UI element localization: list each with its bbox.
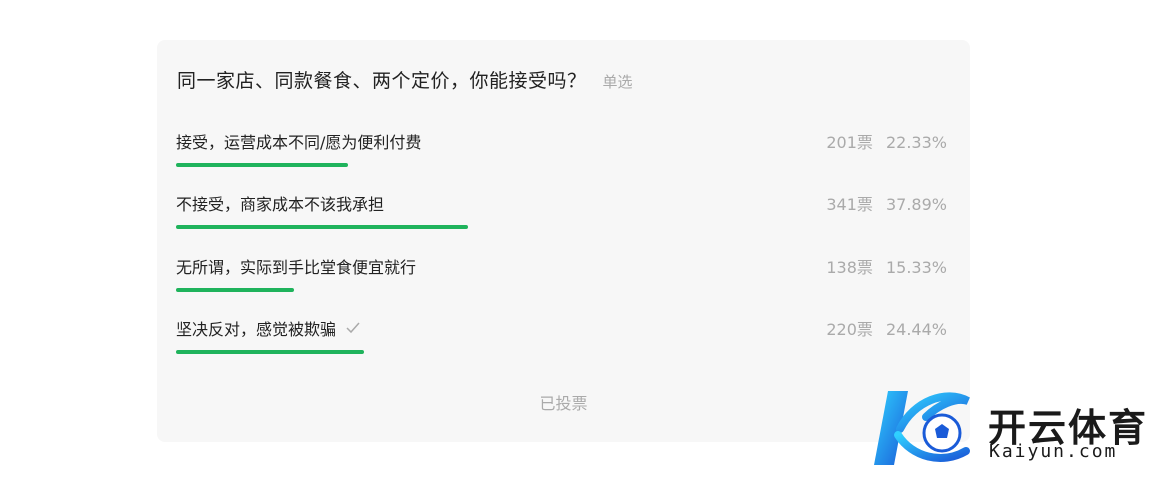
poll-option[interactable]: 不接受，商家成本不该我承担 341票 37.89%: [176, 191, 947, 241]
option-result-bar: [176, 163, 348, 167]
option-stats: 341票 37.89%: [826, 191, 947, 215]
watermark-name-en: Kaiyun.com: [989, 441, 1118, 462]
poll-option-selected[interactable]: 坚决反对，感觉被欺骗 220票 24.44%: [176, 316, 947, 366]
poll-header: 同一家店、同款餐食、两个定价，你能接受吗？ 单选: [177, 66, 633, 93]
option-label-row: 不接受，商家成本不该我承担: [176, 191, 384, 215]
option-label-row: 接受，运营成本不同/愿为便利付费: [176, 129, 421, 153]
option-label: 无所谓，实际到手比堂食便宜就行: [176, 258, 417, 277]
option-label-row: 无所谓，实际到手比堂食便宜就行: [176, 254, 416, 278]
poll-option[interactable]: 接受，运营成本不同/愿为便利付费 201票 22.33%: [176, 129, 947, 179]
option-stats: 220票 24.44%: [826, 316, 947, 340]
poll-question: 同一家店、同款餐食、两个定价，你能接受吗？: [177, 70, 587, 92]
poll-card: 同一家店、同款餐食、两个定价，你能接受吗？ 单选 接受，运营成本不同/愿为便利付…: [157, 40, 970, 442]
option-votes: 220票: [826, 320, 873, 339]
option-result-bar: [176, 288, 294, 292]
option-result-bar: [176, 350, 364, 354]
option-percent: 15.33%: [885, 258, 947, 277]
option-votes: 341票: [826, 195, 873, 214]
check-icon: [346, 322, 360, 334]
option-label-row: 坚决反对，感觉被欺骗: [176, 316, 360, 340]
option-percent: 22.33%: [885, 133, 947, 152]
watermark-logo: 开云体育 Kaiyun.com: [868, 383, 1148, 473]
option-votes: 201票: [826, 133, 873, 152]
option-label: 坚决反对，感觉被欺骗: [176, 320, 337, 339]
option-label: 不接受，商家成本不该我承担: [176, 195, 385, 214]
option-percent: 24.44%: [885, 320, 947, 339]
poll-option[interactable]: 无所谓，实际到手比堂食便宜就行 138票 15.33%: [176, 254, 947, 304]
option-result-bar: [176, 225, 468, 229]
kaiyun-logo-icon: [874, 391, 970, 465]
option-stats: 201票 22.33%: [826, 129, 947, 153]
option-votes: 138票: [826, 258, 873, 277]
voted-status: 已投票: [539, 394, 588, 413]
option-stats: 138票 15.33%: [826, 254, 947, 278]
option-label: 接受，运营成本不同/愿为便利付费: [176, 133, 422, 152]
poll-type-label: 单选: [602, 73, 633, 91]
option-percent: 37.89%: [885, 195, 947, 214]
